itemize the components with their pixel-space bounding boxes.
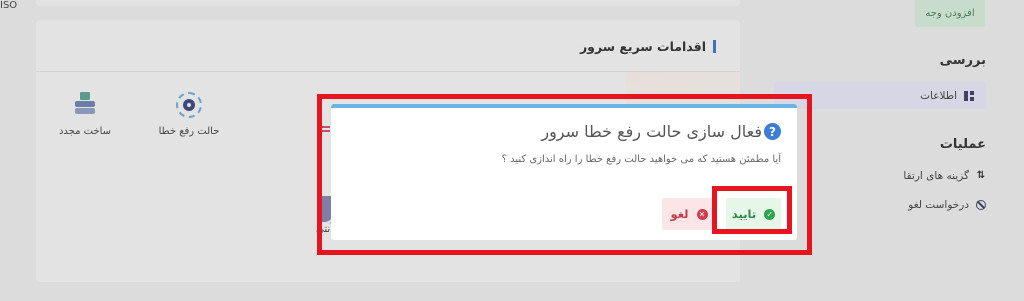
iso-action-label[interactable]: ISO	[0, 0, 40, 11]
top-card	[36, 0, 740, 6]
sidebar-item-info-label: اطلاعات	[920, 89, 957, 102]
quick-actions-title: اقدامات سریع سرور	[580, 39, 716, 54]
rebuild-action[interactable]: ساخت مجدد	[50, 92, 120, 137]
ban-icon	[976, 200, 986, 210]
sidebar-item-cancel-request-label: درخواست لغو	[908, 199, 969, 211]
sort-arrows-icon: ⇅	[976, 170, 986, 181]
add-funds-button[interactable]: افزودن وجه	[915, 0, 985, 27]
sidebar-item-upgrade[interactable]: ⇅ گزینه های ارتقا	[903, 170, 986, 182]
sidebar-heading-review: بررسی	[939, 53, 986, 68]
server-rebuild-icon	[72, 92, 98, 118]
rebuild-label: ساخت مجدد	[58, 126, 112, 137]
dashboard-icon	[964, 90, 974, 101]
sidebar-item-cancel-request[interactable]: درخواست لغو	[908, 199, 986, 211]
rescue-mode-action[interactable]: حالت رفع خطا	[154, 92, 224, 137]
sidebar-item-upgrade-label: گزینه های ارتقا	[903, 170, 969, 182]
title-accent-bar	[713, 40, 716, 53]
rescue-mode-label: حالت رفع خطا	[158, 126, 220, 137]
confirm-highlight-box	[712, 186, 792, 234]
rescue-gear-icon	[176, 92, 202, 118]
sidebar-heading-operations: عملیات	[939, 137, 986, 152]
quick-actions-header: اقدامات سریع سرور	[36, 20, 740, 72]
